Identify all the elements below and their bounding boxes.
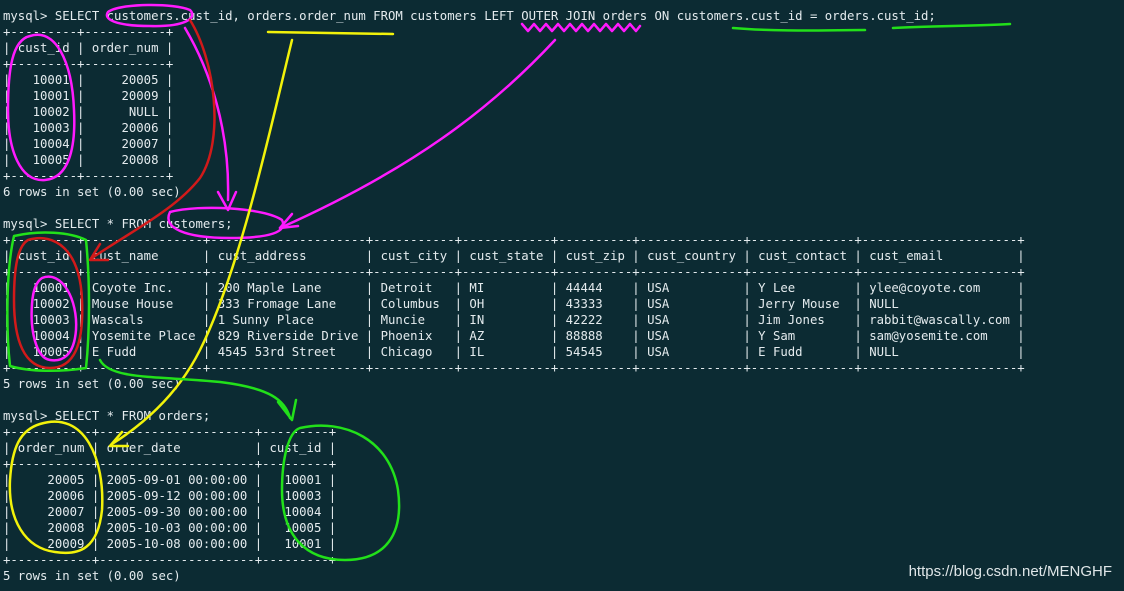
terminal-line: +-----------+---------------------+-----… [3,457,337,471]
watermark-url: https://blog.csdn.net/MENGHF [908,563,1112,580]
terminal-line: | 20006 | 2005-09-12 00:00:00 | 10003 | [3,489,337,503]
terminal-line: mysql> SELECT customers.cust_id, orders.… [3,9,936,23]
terminal-line: +---------+----------------+------------… [3,233,1025,247]
terminal-output[interactable]: mysql> SELECT customers.cust_id, orders.… [3,0,1123,591]
terminal-line: +-----------+---------------------+-----… [3,425,337,439]
terminal-line: | 10002 | Mouse House | 333 Fromage Lane… [3,297,1025,311]
terminal-line: | 10005 | E Fudd | 4545 53rd Street | Ch… [3,345,1025,359]
terminal-line: | 10001 | Coyote Inc. | 200 Maple Lane |… [3,281,1025,295]
terminal-line: | 20007 | 2005-09-30 00:00:00 | 10004 | [3,505,337,519]
terminal-line: +---------+----------------+------------… [3,265,1025,279]
terminal-line: 5 rows in set (0.00 sec) [3,569,181,583]
terminal-line: | cust_id | cust_name | cust_address | c… [3,249,1025,263]
terminal-line: | 10004 | Yosemite Place | 829 Riverside… [3,329,1025,343]
terminal-line: 6 rows in set (0.00 sec) [3,185,181,199]
terminal-line: | 10005 | 20008 | [3,153,174,167]
terminal-line: | 10001 | 20009 | [3,89,174,103]
terminal-line: | 20008 | 2005-10-03 00:00:00 | 10005 | [3,521,337,535]
terminal-line: +-----------+---------------------+-----… [3,553,337,567]
terminal-line: +---------+-----------+ [3,169,174,183]
terminal-line: | cust_id | order_num | [3,41,174,55]
terminal-line: | 10001 | 20005 | [3,73,174,87]
terminal-line: +---------+----------------+------------… [3,361,1025,375]
terminal-line: mysql> SELECT * FROM customers; [3,217,233,231]
terminal-line: 5 rows in set (0.00 sec) [3,377,181,391]
terminal-line: | 20009 | 2005-10-08 00:00:00 | 10001 | [3,537,337,551]
terminal-line: | 10003 | Wascals | 1 Sunny Place | Munc… [3,313,1025,327]
terminal-line: +---------+-----------+ [3,57,174,71]
terminal-line: | 10002 | NULL | [3,105,174,119]
terminal-line: | 20005 | 2005-09-01 00:00:00 | 10001 | [3,473,337,487]
terminal-line: | order_num | order_date | cust_id | [3,441,337,455]
terminal-line: mysql> SELECT * FROM orders; [3,409,211,423]
terminal-line: | 10004 | 20007 | [3,137,174,151]
terminal-line: | 10003 | 20006 | [3,121,174,135]
terminal-line: +---------+-----------+ [3,25,174,39]
